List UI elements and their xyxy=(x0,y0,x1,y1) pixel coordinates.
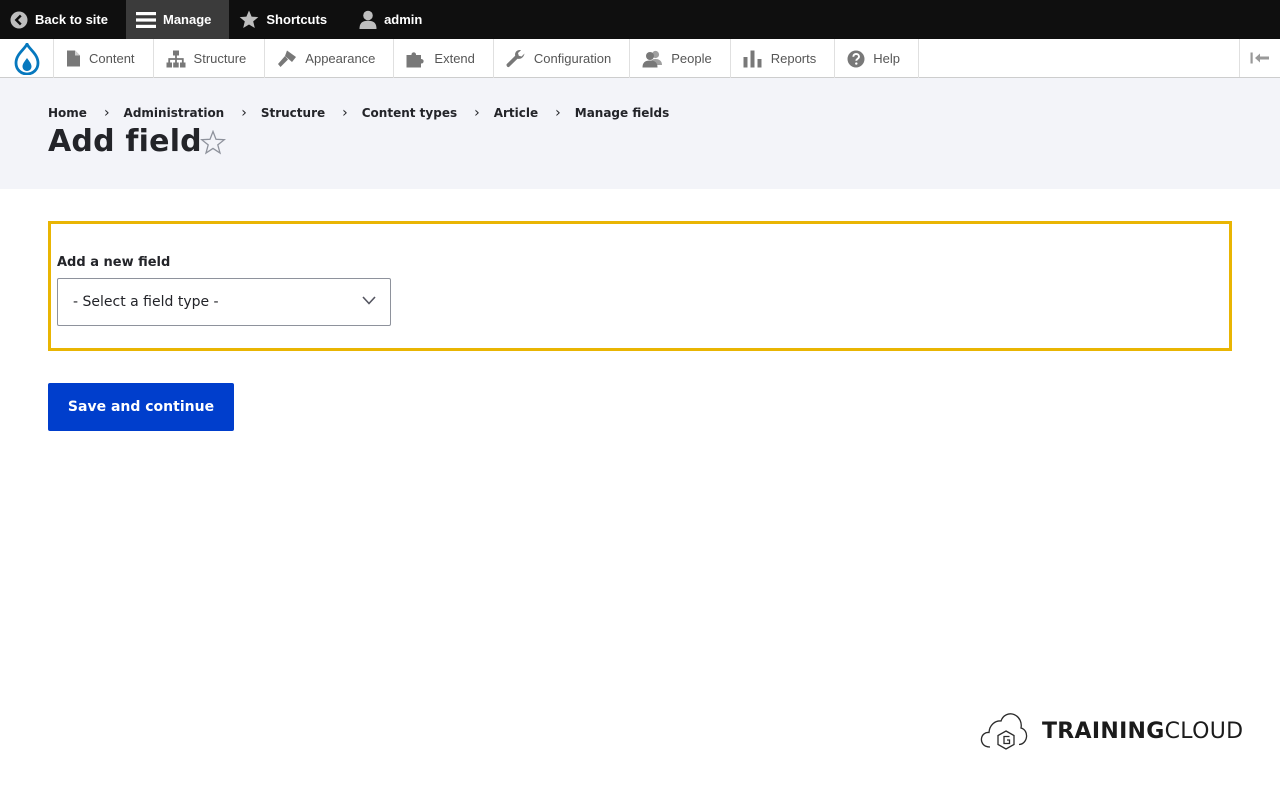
help-icon xyxy=(847,50,865,67)
cloud-logo-icon xyxy=(980,713,1028,750)
tray-item-structure-label: Structure xyxy=(193,51,247,66)
user-tab[interactable]: admin xyxy=(345,0,440,39)
wrench-icon xyxy=(506,49,525,67)
breadcrumb-separator: › xyxy=(342,105,348,121)
tray-item-extend[interactable]: Extend xyxy=(394,39,494,78)
tray-item-extend-label: Extend xyxy=(434,51,475,66)
field-type-select-value: - Select a field type - xyxy=(73,294,219,310)
collapse-tray-button[interactable] xyxy=(1240,39,1280,77)
add-new-field-label: Add a new field xyxy=(57,255,171,270)
admin-tray: Content Structure Appearance Extend Conf… xyxy=(0,39,1280,78)
field-type-select[interactable]: - Select a field type - xyxy=(57,278,391,326)
puzzle-icon xyxy=(406,51,425,67)
breadcrumb: Home › Administration › Structure › Cont… xyxy=(48,105,669,121)
tray-item-content[interactable]: Content xyxy=(54,39,154,78)
add-shortcut-star-icon[interactable] xyxy=(200,130,226,155)
shortcuts-label: Shortcuts xyxy=(266,12,328,27)
star-icon xyxy=(240,10,259,28)
trainingcloud-logo: TRAININGCLOUD xyxy=(980,711,1243,751)
breadcrumb-content-types[interactable]: Content types xyxy=(362,106,457,120)
trainingcloud-wordmark: TRAININGCLOUD xyxy=(1042,719,1243,744)
save-and-continue-button[interactable]: Save and continue xyxy=(48,383,234,431)
tray-item-content-label: Content xyxy=(89,51,135,66)
tray-item-people-label: People xyxy=(671,51,712,66)
people-icon xyxy=(642,50,663,67)
back-to-site-link[interactable]: Back to site xyxy=(0,0,126,39)
add-field-form-region: Add a new field - Select a field type - xyxy=(48,221,1232,351)
tray-item-appearance-label: Appearance xyxy=(305,51,376,66)
manage-tab[interactable]: Manage xyxy=(125,0,230,39)
drupal-drop-icon xyxy=(14,42,39,75)
tray-item-help[interactable]: Help xyxy=(835,39,919,78)
breadcrumb-separator: › xyxy=(474,105,480,121)
menu-icon xyxy=(135,11,156,28)
page-title: Add field xyxy=(48,124,202,159)
tray-item-reports-label: Reports xyxy=(770,51,817,66)
user-label: admin xyxy=(384,12,423,27)
tray-item-people[interactable]: People xyxy=(630,39,731,78)
sitemap-icon xyxy=(166,50,186,67)
tray-item-configuration[interactable]: Configuration xyxy=(494,39,631,78)
back-to-site-label: Back to site xyxy=(35,12,108,27)
tray-item-reports[interactable]: Reports xyxy=(731,39,836,78)
breadcrumb-separator: › xyxy=(241,105,247,121)
tray-item-configuration-label: Configuration xyxy=(533,51,612,66)
breadcrumb-article[interactable]: Article xyxy=(494,106,538,120)
breadcrumb-home[interactable]: Home xyxy=(48,106,87,120)
back-arrow-icon xyxy=(10,11,28,28)
paint-icon xyxy=(278,50,297,67)
breadcrumb-separator: › xyxy=(103,105,110,121)
tray-spacer xyxy=(919,39,1240,77)
chart-icon xyxy=(743,50,762,67)
breadcrumb-manage-fields[interactable]: Manage fields xyxy=(575,106,669,120)
user-icon xyxy=(359,10,377,29)
wordmark-cloud: CLOUD xyxy=(1164,718,1244,744)
admin-toolbar: Back to site Manage Shortcuts admin xyxy=(0,0,1280,39)
page-header: Home › Administration › Structure › Cont… xyxy=(0,78,1280,189)
chevron-down-icon xyxy=(362,296,376,305)
collapse-arrow-icon xyxy=(1250,52,1269,64)
breadcrumb-administration[interactable]: Administration xyxy=(124,106,225,120)
document-icon xyxy=(67,50,80,67)
tray-item-appearance[interactable]: Appearance xyxy=(265,39,395,78)
drupal-logo[interactable] xyxy=(0,39,54,78)
breadcrumb-separator: › xyxy=(555,105,561,121)
shortcuts-tab[interactable]: Shortcuts xyxy=(229,0,345,39)
breadcrumb-structure[interactable]: Structure xyxy=(261,106,325,120)
tray-item-help-label: Help xyxy=(873,51,900,66)
manage-label: Manage xyxy=(162,12,212,27)
wordmark-training: TRAINING xyxy=(1042,718,1165,744)
tray-item-structure[interactable]: Structure xyxy=(154,39,266,78)
